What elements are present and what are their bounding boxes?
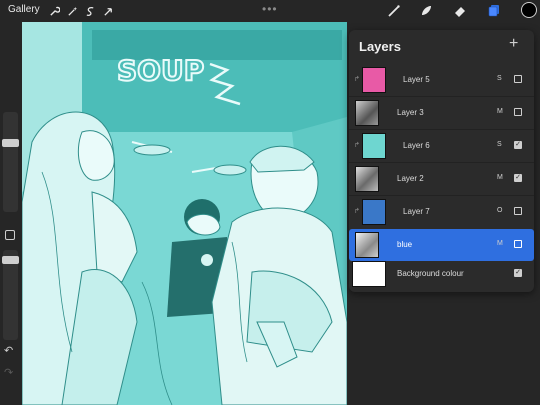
- blend-mode-button[interactable]: S: [497, 141, 502, 148]
- clipping-mask-icon: ↱: [354, 142, 360, 149]
- brush-icon[interactable]: [386, 3, 402, 19]
- layer-row[interactable]: ↱ Layer 7 O: [349, 196, 534, 228]
- procreate-app: Gallery ••• ↶ ↷ SOUP Layers + ↱ Layer 5 …: [0, 0, 540, 405]
- top-toolbar: Gallery •••: [0, 0, 540, 22]
- visibility-checkbox[interactable]: [514, 75, 522, 83]
- brush-size-knob[interactable]: [2, 139, 19, 147]
- blend-mode-button[interactable]: M: [497, 108, 503, 115]
- layer-thumbnail: [352, 261, 386, 287]
- smudge-icon[interactable]: [418, 3, 434, 19]
- layer-name: blue: [397, 240, 413, 249]
- transform-arrow-icon[interactable]: [100, 3, 116, 19]
- layer-name: Layer 6: [403, 141, 430, 150]
- layer-thumbnail: [355, 232, 379, 258]
- layer-row-selected[interactable]: blue M: [349, 229, 534, 261]
- magic-wand-icon[interactable]: [64, 3, 80, 19]
- blend-mode-button[interactable]: S: [497, 75, 502, 82]
- wrench-icon[interactable]: [46, 3, 62, 19]
- visibility-checkbox[interactable]: [514, 240, 522, 248]
- modify-button[interactable]: [5, 230, 15, 240]
- more-menu-icon[interactable]: •••: [262, 2, 278, 16]
- clipping-mask-icon: ↱: [354, 208, 360, 215]
- brush-size-slider[interactable]: [3, 112, 18, 212]
- layer-name: Layer 3: [397, 108, 424, 117]
- layer-thumbnail: [362, 133, 386, 159]
- visibility-checkbox[interactable]: ✓: [514, 174, 522, 182]
- layer-row-background[interactable]: Background colour ✓: [349, 258, 534, 290]
- soup-sign: SOUP: [117, 54, 204, 87]
- gallery-button[interactable]: Gallery: [8, 4, 40, 15]
- layer-row[interactable]: Layer 3 M: [349, 97, 534, 129]
- blend-mode-button[interactable]: M: [497, 174, 503, 181]
- visibility-checkbox[interactable]: ✓: [514, 269, 522, 277]
- visibility-checkbox[interactable]: [514, 207, 522, 215]
- layer-thumbnail: [355, 100, 379, 126]
- opacity-knob[interactable]: [2, 256, 19, 264]
- layers-title: Layers: [359, 39, 401, 54]
- layers-panel: Layers + ↱ Layer 5 S Layer 3 M ↱ Layer 6…: [349, 30, 534, 292]
- add-layer-button[interactable]: +: [509, 35, 518, 53]
- layer-row[interactable]: Layer 2 M ✓: [349, 163, 534, 195]
- layer-name: Layer 5: [403, 75, 430, 84]
- blend-mode-button[interactable]: O: [497, 207, 502, 214]
- layer-name: Background colour: [397, 269, 464, 278]
- selection-icon[interactable]: [82, 3, 98, 19]
- layer-thumbnail: [362, 67, 386, 93]
- layer-thumbnail: [362, 199, 386, 225]
- layers-icon[interactable]: [486, 3, 502, 19]
- layer-name: Layer 2: [397, 174, 424, 183]
- undo-icon[interactable]: ↶: [4, 344, 13, 357]
- layer-row[interactable]: ↱ Layer 6 S ✓: [349, 130, 534, 162]
- drawing-canvas[interactable]: SOUP: [22, 22, 347, 405]
- color-picker-swatch[interactable]: [521, 2, 537, 18]
- clipping-mask-icon: ↱: [354, 76, 360, 83]
- visibility-checkbox[interactable]: ✓: [514, 141, 522, 149]
- artwork-illustration: SOUP: [22, 22, 347, 405]
- eraser-icon[interactable]: [452, 3, 468, 19]
- layer-name: Layer 7: [403, 207, 430, 216]
- left-sidebar: ↶ ↷: [0, 22, 22, 405]
- layer-row[interactable]: ↱ Layer 5 S: [349, 64, 534, 96]
- visibility-checkbox[interactable]: [514, 108, 522, 116]
- layer-thumbnail: [355, 166, 379, 192]
- blend-mode-button[interactable]: M: [497, 240, 503, 247]
- redo-icon[interactable]: ↷: [4, 366, 13, 379]
